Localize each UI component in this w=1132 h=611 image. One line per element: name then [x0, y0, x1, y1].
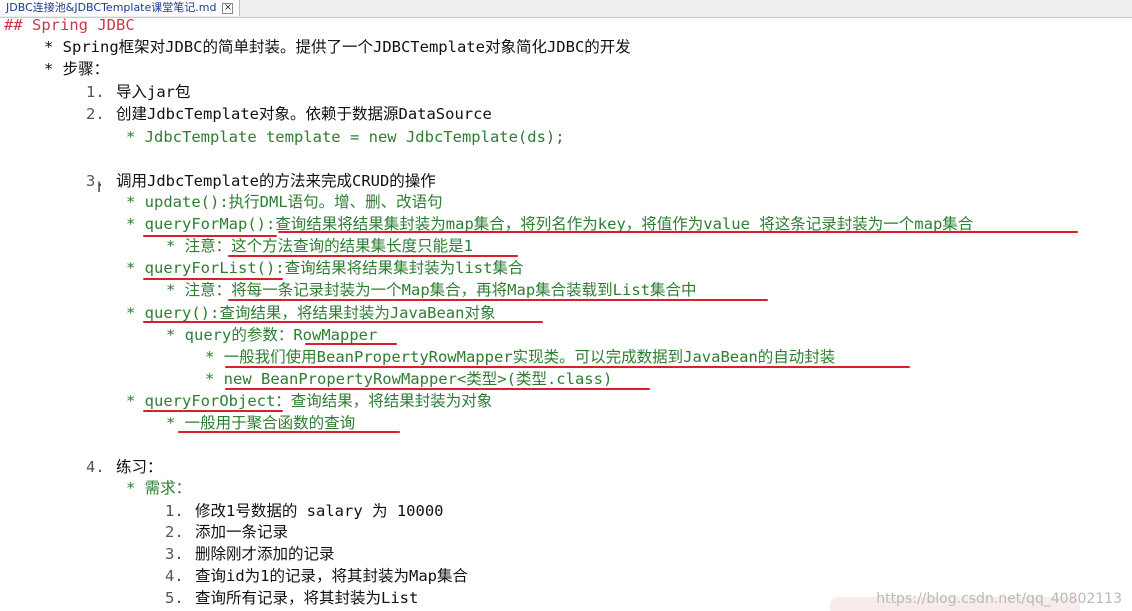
annotation-underline — [305, 343, 397, 345]
text-line: 练习： — [116, 458, 163, 476]
code-line: * 注意：这个方法查询的结果集长度只能是1 — [166, 237, 473, 255]
file-tab[interactable]: JDBC连接池&JDBCTemplate课堂笔记.md × — [0, 0, 241, 16]
list-number: 2. — [86, 105, 105, 123]
list-number: 1. — [86, 83, 105, 101]
file-tab-title[interactable]: JDBC连接池&JDBCTemplate课堂笔记.md — [6, 0, 216, 16]
code-line: * 需求： — [126, 479, 192, 497]
list-number: 4. — [86, 458, 105, 476]
annotation-underline — [228, 255, 518, 257]
text-line: 修改1号数据的 salary 为 10000 — [195, 502, 444, 520]
code-line: * query的参数：RowMapper — [166, 326, 378, 344]
heading-line: ## Spring JDBC — [4, 16, 135, 34]
tab-bar: JDBC连接池&JDBCTemplate课堂笔记.md × — [0, 0, 1132, 18]
code-line: * 一般我们使用BeanPropertyRowMapper实现类。可以完成数据到… — [205, 348, 836, 366]
code-line: * queryForList():查询结果将结果集封装为list集合 — [126, 259, 524, 277]
text-line: 调用JdbcTemplate的方法来完成CRUD的操作 — [116, 172, 436, 190]
annotation-underline — [228, 299, 768, 301]
list-number: 4. — [165, 567, 184, 585]
code-line: * queryForObject：查询结果，将结果封装为对象 — [126, 392, 493, 410]
list-number: 1. — [165, 502, 184, 520]
annotation-underline — [278, 231, 1078, 233]
list-number: 3. — [86, 172, 105, 190]
text-line: * 步骤： — [44, 60, 110, 78]
annotation-underline — [225, 366, 910, 368]
text-line: 添加一条记录 — [195, 523, 289, 541]
annotation-underline — [143, 235, 277, 237]
code-line: * query():查询结果，将结果封装为JavaBean对象 — [126, 304, 496, 322]
text-line: 导入jar包 — [116, 83, 191, 101]
annotation-underline — [143, 321, 543, 323]
close-icon[interactable]: × — [222, 2, 234, 14]
text-line: 查询所有记录，将其封装为List — [195, 589, 419, 607]
list-number: 2. — [165, 523, 184, 541]
code-line: * update():执行DML语句。增、删、改语句 — [126, 193, 443, 211]
text-cursor-icon: I — [97, 180, 102, 196]
text-line: 查询id为1的记录，将其封装为Map集合 — [195, 567, 468, 585]
list-number: 5. — [165, 589, 184, 607]
code-line: * JdbcTemplate template = new JdbcTempla… — [126, 128, 565, 146]
text-line: 创建JdbcTemplate对象。依赖于数据源DataSource — [116, 105, 492, 123]
text-line: 删除刚才添加的记录 — [195, 545, 335, 563]
code-line: * 注意：将每一条记录封装为一个Map集合，再将Map集合装载到List集合中 — [166, 281, 697, 299]
list-number: 3. — [165, 545, 184, 563]
code-line: * 一般用于聚合函数的查询 — [166, 414, 356, 432]
annotation-underline — [143, 410, 283, 412]
watermark: https://blog.csdn.net/qq_40802113 — [876, 591, 1122, 607]
annotation-underline — [143, 278, 283, 280]
annotation-underline — [178, 431, 400, 433]
code-line: * new BeanPropertyRowMapper<类型>(类型.class… — [205, 370, 613, 388]
text-line: * Spring框架对JDBC的简单封装。提供了一个JDBCTemplate对象… — [44, 38, 631, 56]
annotation-underline — [225, 388, 650, 390]
